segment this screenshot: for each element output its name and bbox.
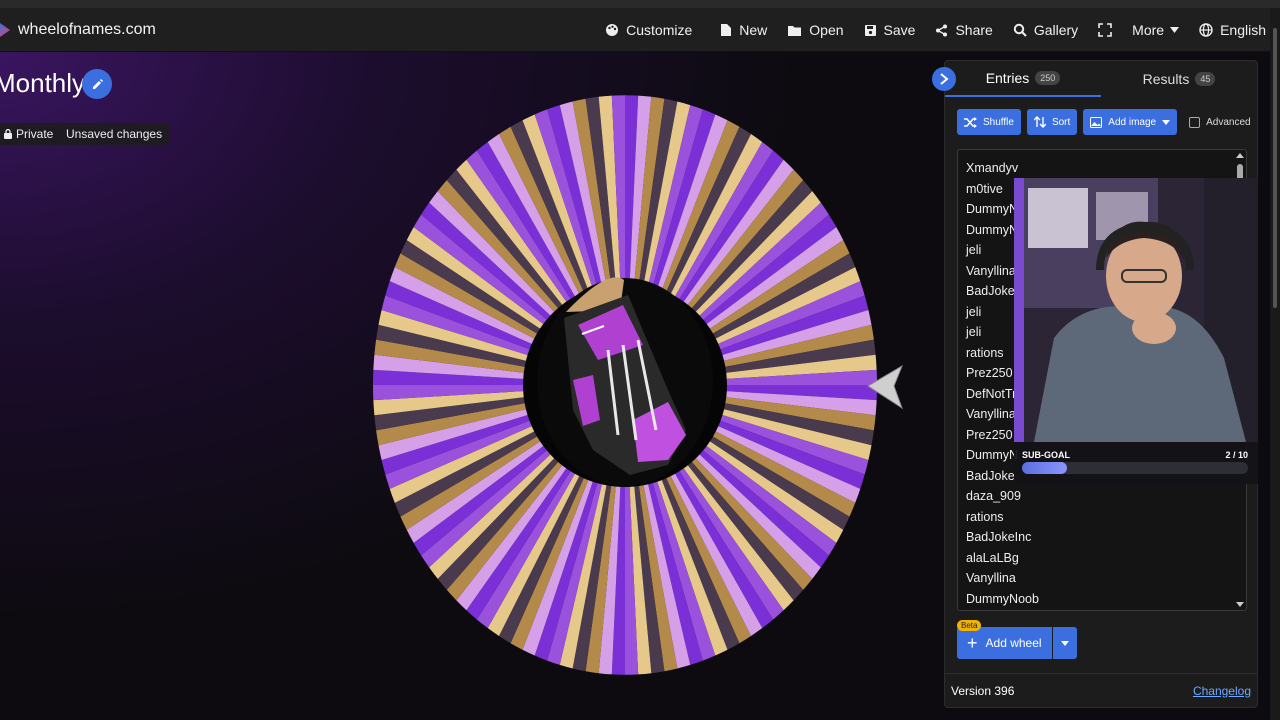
entry-item[interactable]: DummyNoob bbox=[958, 589, 1039, 610]
edit-title-button[interactable] bbox=[82, 69, 112, 99]
webcam-overlay bbox=[1014, 178, 1258, 442]
customize-label: Customize bbox=[626, 22, 693, 38]
browser-top-strip bbox=[0, 0, 1280, 8]
add-image-button[interactable]: Add image bbox=[1083, 109, 1178, 135]
sort-button[interactable]: Sort bbox=[1026, 109, 1078, 135]
globe-icon bbox=[1199, 23, 1213, 37]
subgoal-progress-fill bbox=[1022, 462, 1068, 474]
beta-badge: Beta bbox=[957, 620, 982, 631]
search-icon bbox=[1013, 23, 1027, 37]
entry-item[interactable]: Xmandyv bbox=[958, 158, 1039, 179]
tab-results-label: Results bbox=[1142, 71, 1190, 87]
gallery-label: Gallery bbox=[1033, 22, 1079, 38]
unsaved-label: Unsaved changes bbox=[66, 127, 163, 141]
share-icon bbox=[936, 24, 948, 36]
panel-tabs: Entries 250 Results 45 bbox=[945, 61, 1257, 97]
add-wheel-button[interactable]: + Add wheel bbox=[957, 627, 1052, 659]
page-scrollbar[interactable] bbox=[1270, 8, 1280, 720]
changelog-link[interactable]: Changelog bbox=[1193, 684, 1251, 698]
entry-item[interactable]: BadJokeInc bbox=[958, 527, 1039, 548]
privacy-badge[interactable]: Private bbox=[0, 123, 62, 145]
brand[interactable]: wheelofnames.com bbox=[0, 8, 156, 52]
new-label: New bbox=[739, 22, 768, 38]
add-wheel-control: + Add wheel bbox=[957, 627, 1077, 659]
advanced-label: Advanced bbox=[1206, 116, 1251, 128]
subgoal-label: SUB-GOAL bbox=[1022, 450, 1070, 460]
entry-item[interactable]: rations bbox=[958, 507, 1039, 528]
subgoal-widget: SUB-GOAL 2 / 10 bbox=[1014, 442, 1258, 484]
top-navbar: wheelofnames.com Customize New Open Save… bbox=[0, 8, 1280, 52]
advanced-checkbox[interactable]: Advanced bbox=[1189, 116, 1251, 128]
file-icon bbox=[721, 24, 732, 36]
save-label: Save bbox=[883, 22, 916, 38]
palette-icon bbox=[606, 24, 619, 36]
wheel-pointer-icon bbox=[867, 364, 904, 410]
customize-button[interactable]: Customize bbox=[595, 8, 702, 52]
tab-entries[interactable]: Entries 250 bbox=[945, 61, 1101, 97]
image-icon bbox=[1090, 116, 1103, 128]
more-label: More bbox=[1132, 22, 1165, 38]
caret-down-icon bbox=[1060, 640, 1069, 646]
wheel-title: Monthly bbox=[0, 68, 86, 98]
scroll-down-icon[interactable] bbox=[1236, 600, 1244, 608]
entries-toolbar: Shuffle Sort Add image Advanced bbox=[957, 109, 1251, 135]
fullscreen-icon bbox=[1098, 23, 1112, 37]
entry-item[interactable]: daza_909 bbox=[958, 486, 1039, 507]
checkbox-icon bbox=[1189, 116, 1201, 128]
entry-item[interactable]: alaLaLBg bbox=[958, 548, 1039, 569]
subgoal-progress-bar bbox=[1022, 462, 1248, 474]
main-nav: Customize New Open Save Share Gallery Mo… bbox=[595, 8, 1280, 52]
more-menu[interactable]: More bbox=[1122, 8, 1189, 52]
pencil-icon bbox=[92, 78, 103, 89]
site-name: wheelofnames.com bbox=[18, 21, 156, 38]
entry-item[interactable]: Vanyllina bbox=[958, 568, 1039, 589]
folder-icon bbox=[788, 25, 802, 36]
wheel-graphic[interactable] bbox=[368, 90, 882, 680]
tab-results[interactable]: Results 45 bbox=[1101, 61, 1257, 97]
caret-down-icon bbox=[1162, 119, 1171, 125]
caret-down-icon bbox=[1170, 27, 1180, 33]
center-image bbox=[537, 277, 713, 486]
version-label: Version 396 bbox=[951, 683, 1015, 698]
tab-entries-label: Entries bbox=[985, 70, 1030, 86]
share-label: Share bbox=[955, 22, 993, 38]
shuffle-button[interactable]: Shuffle bbox=[957, 109, 1021, 135]
gallery-button[interactable]: Gallery bbox=[1003, 8, 1088, 52]
streamer-webcam-image bbox=[1014, 178, 1258, 442]
fullscreen-button[interactable] bbox=[1088, 8, 1122, 52]
lock-icon bbox=[4, 129, 12, 139]
open-button[interactable]: Open bbox=[777, 8, 853, 52]
shuffle-label: Shuffle bbox=[983, 116, 1014, 128]
shuffle-icon bbox=[964, 116, 977, 128]
page-scrollbar-thumb[interactable] bbox=[1273, 28, 1277, 308]
floppy-icon bbox=[864, 24, 876, 36]
spinning-wheel[interactable] bbox=[368, 90, 882, 680]
panel-footer: Version 396 Changelog bbox=[945, 673, 1257, 707]
chevron-right-icon bbox=[940, 73, 949, 85]
language-label: English bbox=[1220, 22, 1266, 38]
entries-count-badge: 250 bbox=[1035, 71, 1061, 85]
language-button[interactable]: English bbox=[1189, 8, 1276, 52]
privacy-label: Private bbox=[16, 127, 54, 141]
unsaved-status-badge: Unsaved changes bbox=[58, 123, 171, 145]
open-label: Open bbox=[809, 22, 844, 38]
plus-icon: + bbox=[967, 633, 978, 653]
scroll-up-icon[interactable] bbox=[1236, 152, 1244, 160]
sort-label: Sort bbox=[1051, 116, 1071, 128]
results-count-badge: 45 bbox=[1195, 72, 1216, 86]
share-button[interactable]: Share bbox=[925, 8, 1002, 52]
add-image-label: Add image bbox=[1108, 116, 1157, 128]
new-button[interactable]: New bbox=[710, 8, 777, 52]
sort-icon bbox=[1033, 116, 1046, 128]
save-button[interactable]: Save bbox=[854, 8, 926, 52]
subgoal-count: 2 / 10 bbox=[1225, 450, 1248, 460]
wheel-logo-icon bbox=[0, 8, 12, 52]
add-wheel-label: Add wheel bbox=[985, 636, 1042, 650]
add-wheel-dropdown[interactable] bbox=[1052, 627, 1077, 659]
collapse-panel-button[interactable] bbox=[932, 67, 956, 91]
